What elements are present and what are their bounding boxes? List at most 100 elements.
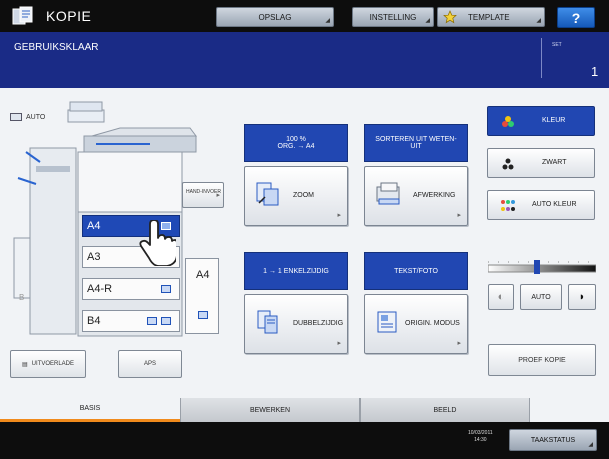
date: 10/03/2011 [468,430,493,436]
zoom-button[interactable]: ZOOM ▸ [244,166,348,226]
status-message: GEBRUIKSKLAAR [14,42,99,53]
original-mode-button[interactable]: ORIGIN. MODUS ▸ [364,294,468,354]
settings-button[interactable]: INSTELLING ◢ [352,7,434,27]
store-button-label: OPSLAG [258,12,292,22]
tray-label: B4 [87,315,101,327]
zoom-icon [256,182,279,206]
aps-label: APS [143,361,156,367]
duplex-button[interactable]: DUBBELZIJDIG ▸ [244,294,348,354]
finishing-button[interactable]: AFWERKING ▸ [364,166,468,226]
main-panel: AUTO B HAND-INVOER ▸ A4 A3 A4-R B4 A4 ▤ … [0,88,609,398]
aps-button[interactable]: APS [118,350,182,378]
tray-a4-r[interactable]: A4-R [82,278,180,300]
help-button[interactable]: ? [557,7,595,28]
template-button-label: TEMPLATE [468,12,510,22]
proof-copy-button[interactable]: PROEF KOPIE [488,344,596,376]
finishing-label: AFWERKING [413,192,456,199]
tab-bewerken[interactable]: BEWERKEN [180,398,360,422]
lighter-icon: ◐ [497,291,505,303]
proof-copy-label: PROEF KOPIE [518,356,566,364]
tab-beeld[interactable]: BEELD [360,398,530,422]
color-mode-label: ZWART [542,159,567,166]
job-status-button[interactable]: TAAKSTATUS ◢ [509,429,597,451]
output-tray-icon: ▤ [21,361,28,368]
tab-label: BEWERKEN [249,406,291,414]
paper-icon [161,317,171,325]
tray-large-capacity[interactable]: A4 [185,258,219,334]
bottom-bar: 10/03/2011 14:30 TAAKSTATUS ◢ [0,422,609,459]
color-mode-label: KLEUR [542,117,566,124]
datetime: 10/03/2011 14:30 [468,430,493,444]
app-title: KOPIE [46,8,92,24]
time: 14:30 [474,437,487,443]
density-lighter-button[interactable]: ◐ [488,284,514,310]
tray-label: A4-R [87,283,113,295]
paper-icon [198,311,208,319]
status-bar: GEBRUIKSKLAAR SET 1 [0,32,609,88]
top-bar: KOPIE OPSLAG ◢ INSTELLING ◢ TEMPLATE ◢ ? [0,0,609,32]
tray-b4[interactable]: B4 [82,310,180,332]
color-mode-auto-button[interactable]: AUTO KLEUR [487,190,595,220]
output-tray-label: UITVOERLADE [31,361,74,367]
svg-text:B: B [19,293,24,302]
tray-label: A4 [87,220,101,232]
chevron-icon: ▸ [216,192,220,199]
chevron-icon: ▸ [337,212,341,219]
set-label: SET [552,42,562,48]
chevron-icon: ▸ [457,212,461,219]
zoom-paper: ORG. → A4 [277,143,315,150]
settings-button-label: INSTELLING [369,12,417,22]
help-icon: ? [571,9,581,26]
hand-pointer-icon [139,220,176,266]
zoom-label: ZOOM [293,192,314,199]
paper-icon [147,317,157,325]
density-auto-label: AUTO [531,293,551,301]
bypass-tray-button[interactable]: HAND-INVOER ▸ [182,182,224,208]
paper-icon [161,285,171,293]
chevron-icon: ◢ [425,18,430,24]
color-mode-black-button[interactable]: ZWART [487,148,595,178]
tray-label: A4 [196,269,210,281]
tab-basis[interactable]: BASIS [0,398,180,422]
original-mode-setting: TEKST/FOTO [394,267,438,275]
finishing-setting: SORTEREN UIT WETEN-UIT [375,136,457,150]
chevron-icon: ◢ [588,442,593,448]
output-tray-button[interactable]: ▤ UITVOERLADE [10,350,86,378]
machine-illustration: AUTO B HAND-INVOER ▸ A4 A3 A4-R B4 A4 [0,88,240,338]
chevron-icon: ◢ [536,18,541,24]
auto-color-icon [501,200,515,211]
job-status-label: TAAKSTATUS [530,436,576,444]
star-icon [443,10,457,24]
density-scale [488,260,596,274]
copy-icon [12,6,33,25]
chevron-icon: ▸ [457,340,461,347]
duplex-label: DUBBELZIJDIG [293,320,344,327]
tray-label: A3 [87,251,101,263]
duplex-setting: 1 → 1 ENKELZIJDIG [263,267,329,275]
status-divider [541,38,542,78]
template-button[interactable]: TEMPLATE ◢ [437,7,545,27]
original-mode-icon [377,311,397,333]
chevron-icon: ▸ [337,340,341,347]
finishing-status: SORTEREN UIT WETEN-UIT [364,124,468,162]
duplex-status: 1 → 1 ENKELZIJDIG [244,252,348,290]
color-mode-full-color-button[interactable]: KLEUR [487,106,595,136]
set-count: 1 [591,64,599,79]
original-mode-status: TEKST/FOTO [364,252,468,290]
zoom-status: 100 % ORG. → A4 [244,124,348,162]
finishing-icon [376,182,400,205]
tab-label: BASIS [79,405,101,412]
zoom-ratio: 100 % [286,136,306,143]
original-mode-label: ORIGIN. MODUS [405,320,460,327]
darker-icon: ◗ [578,291,586,303]
full-color-icon [502,116,514,127]
duplex-icon [257,310,278,334]
density-marker[interactable] [534,260,540,274]
black-toner-icon [502,158,514,170]
density-auto-button[interactable]: AUTO [520,284,562,310]
density-darker-button[interactable]: ◗ [568,284,596,310]
chevron-icon: ◢ [325,18,330,24]
tab-label: BEELD [433,406,457,414]
store-button[interactable]: OPSLAG ◢ [216,7,334,27]
color-mode-label: AUTO KLEUR [532,201,577,208]
